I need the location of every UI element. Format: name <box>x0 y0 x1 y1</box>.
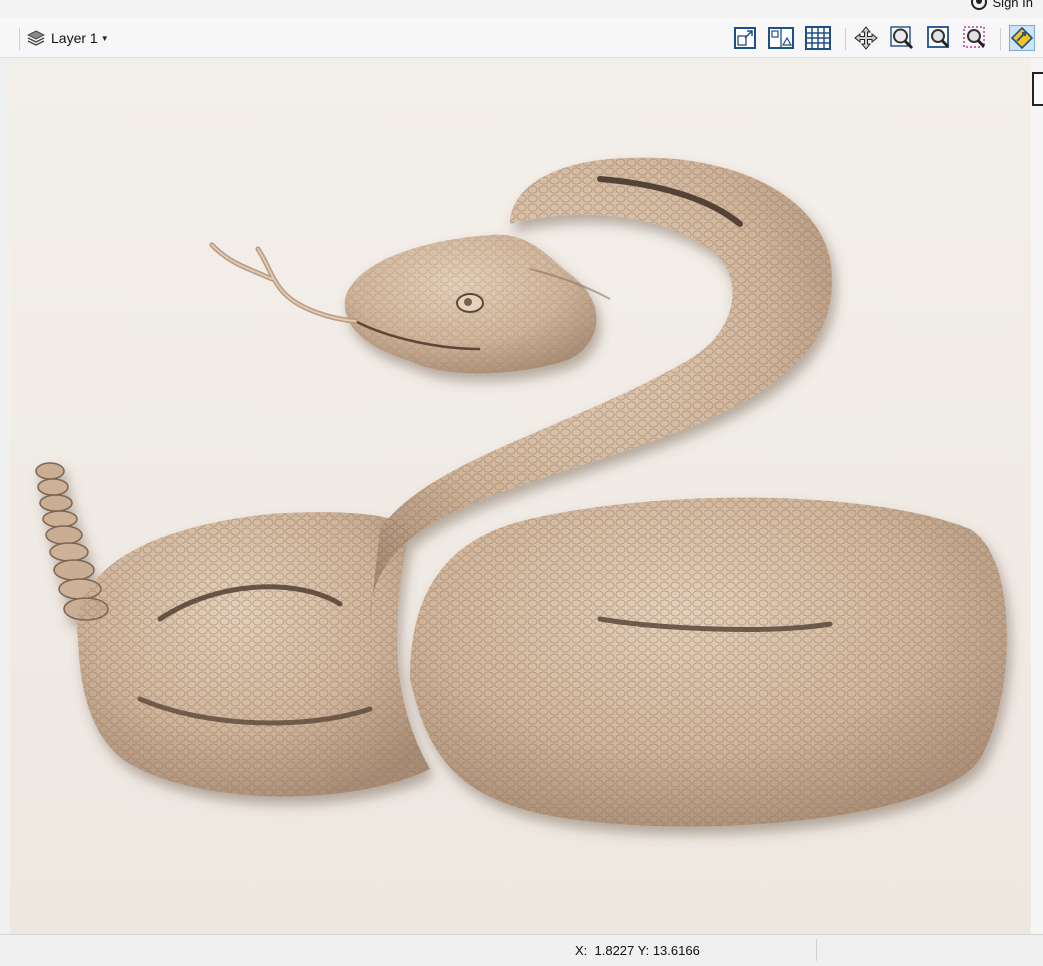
vector-view-icon <box>768 27 794 49</box>
layer-icon <box>27 30 45 46</box>
pan-icon <box>854 26 878 50</box>
zoom-region-icon <box>963 26 986 48</box>
view-resize-icon <box>734 27 756 49</box>
layer-dropdown[interactable]: Layer 1 ▼ <box>27 27 109 49</box>
sign-in-link[interactable]: Sign In <box>970 0 1033 10</box>
snap-icon <box>1010 26 1034 50</box>
panel-toggle-icon[interactable] <box>1032 72 1043 106</box>
grid-icon <box>805 26 831 50</box>
sign-in-label: Sign In <box>992 0 1033 10</box>
toolbar-divider <box>845 28 846 50</box>
zoom-selection-button[interactable] <box>926 25 952 51</box>
zoom-extents-icon <box>890 26 914 50</box>
snap-toggle-button[interactable] <box>1009 25 1035 51</box>
vector-view-button[interactable] <box>768 25 794 51</box>
pan-button[interactable] <box>853 25 879 51</box>
side-panel-rail <box>1031 59 1043 934</box>
layer-label: Layer 1 <box>51 30 98 46</box>
grid-button[interactable] <box>805 25 831 51</box>
zoom-extents-button[interactable] <box>889 25 915 51</box>
toolbar-divider <box>1000 28 1001 50</box>
chevron-down-icon: ▼ <box>100 33 109 43</box>
status-bar: X: 1.8227 Y: 13.6166 <box>0 934 1043 966</box>
user-icon <box>970 0 987 10</box>
toolbar-divider <box>19 28 20 50</box>
zoom-selection-icon <box>927 26 950 48</box>
cursor-coordinates: X: 1.8227 Y: 13.6166 <box>575 943 700 958</box>
zoom-region-button[interactable] <box>962 25 988 51</box>
view-resize-button[interactable] <box>732 25 758 51</box>
3d-view-canvas[interactable] <box>10 59 1031 934</box>
title-strip: Sign In <box>0 0 1043 18</box>
view-toolbar: Layer 1 ▼ <box>0 18 1043 58</box>
status-divider <box>816 939 817 961</box>
rattlesnake-relief-model <box>10 59 1031 934</box>
